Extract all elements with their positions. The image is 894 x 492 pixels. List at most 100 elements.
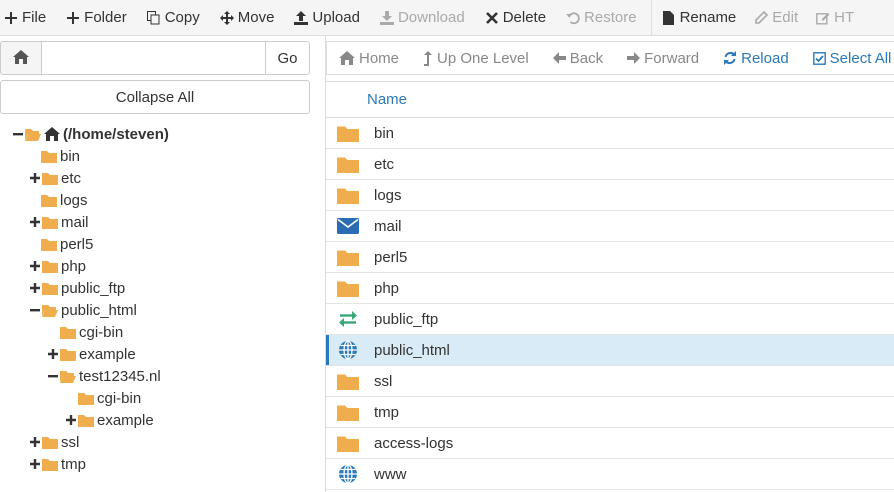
folder-icon: [337, 433, 359, 453]
tree-item-cgi-bin[interactable]: cgi-bin: [0, 321, 320, 343]
tree-item-label: test12345.nl: [79, 367, 161, 385]
tree-item-bin[interactable]: bin: [0, 145, 320, 167]
folder-icon: [60, 326, 76, 339]
collapse-all-button[interactable]: Collapse All: [0, 80, 310, 114]
collapse-toggle-icon[interactable]: [47, 370, 59, 382]
rename-label: Rename: [679, 9, 737, 26]
folder-icon: [78, 392, 94, 405]
file-row[interactable]: bin: [326, 118, 894, 149]
folder-icon: [60, 348, 76, 361]
tree-item-root[interactable]: (/home/steven): [0, 123, 320, 145]
new-folder-button[interactable]: Folder: [62, 0, 135, 35]
download-button[interactable]: Download: [376, 0, 473, 35]
file-row[interactable]: etc: [326, 149, 894, 180]
file-name: etc: [374, 155, 395, 173]
new-file-button[interactable]: File: [0, 0, 54, 35]
new-file-label: File: [22, 9, 47, 26]
tree-item-test-cgi-bin[interactable]: cgi-bin: [0, 387, 320, 409]
file-name: www: [374, 465, 407, 483]
file-row[interactable]: access-logs: [326, 428, 894, 459]
file-row[interactable]: tmp: [326, 397, 894, 428]
folder-icon: [337, 154, 359, 174]
file-name: mail: [374, 217, 402, 235]
undo-icon: [566, 11, 580, 25]
file-row[interactable]: logs: [326, 180, 894, 211]
go-button[interactable]: Go: [265, 41, 310, 75]
tree-item-label: cgi-bin: [79, 323, 124, 341]
level-up-icon: [423, 50, 433, 66]
expand-toggle-icon[interactable]: [29, 260, 41, 272]
mail-icon: [337, 216, 359, 236]
select-all-label: Select All: [829, 49, 892, 67]
tree-item-etc[interactable]: etc: [0, 167, 320, 189]
tree-item-label: tmp: [61, 455, 87, 473]
rename-button[interactable]: Rename: [658, 0, 745, 35]
path-input[interactable]: [42, 41, 265, 75]
html-editor-button[interactable]: HT: [812, 0, 862, 35]
edit-button[interactable]: Edit: [750, 0, 806, 35]
delete-button[interactable]: Delete: [481, 0, 554, 35]
checkbox-checked-icon: [812, 51, 826, 65]
file-row[interactable]: mail: [326, 211, 894, 242]
tree-item-public-html[interactable]: public_html: [0, 299, 320, 321]
file-name: access-logs: [374, 434, 454, 452]
folder-icon: [42, 282, 58, 295]
copy-button[interactable]: Copy: [143, 0, 208, 35]
transfer-icon: [337, 309, 359, 329]
tree-item-example[interactable]: example: [0, 343, 320, 365]
expand-toggle-icon[interactable]: [29, 282, 41, 294]
file-row[interactable]: ssl: [326, 366, 894, 397]
forward-button[interactable]: Forward: [615, 50, 711, 67]
upload-icon: [294, 10, 309, 25]
new-folder-label: Folder: [84, 9, 127, 26]
html-editor-label: HT: [834, 9, 855, 26]
collapse-toggle-icon[interactable]: [29, 304, 41, 316]
tree-item-tmp[interactable]: tmp: [0, 453, 320, 475]
file-row[interactable]: public_html: [326, 335, 894, 366]
tree-item-php[interactable]: php: [0, 255, 320, 277]
expand-toggle-icon[interactable]: [29, 216, 41, 228]
file-row[interactable]: www: [326, 459, 894, 490]
folder-icon: [41, 150, 57, 163]
tree-item-perl5[interactable]: perl5: [0, 233, 320, 255]
tree-item-public-ftp[interactable]: public_ftp: [0, 277, 320, 299]
tree-item-mail[interactable]: mail: [0, 211, 320, 233]
expand-toggle-icon[interactable]: [65, 414, 77, 426]
file-row[interactable]: perl5: [326, 242, 894, 273]
tree-item-label: etc: [61, 169, 82, 187]
up-one-level-button[interactable]: Up One Level: [411, 50, 541, 67]
file-row[interactable]: php: [326, 273, 894, 304]
collapse-toggle-icon[interactable]: [12, 128, 24, 140]
expand-toggle-icon[interactable]: [29, 458, 41, 470]
select-all-button[interactable]: Select All: [801, 50, 894, 67]
nav-home-button[interactable]: Home: [327, 50, 411, 67]
tree-item-ssl[interactable]: ssl: [0, 431, 320, 453]
tree-item-label: example: [79, 345, 136, 363]
file-row[interactable]: public_ftp: [326, 304, 894, 335]
folder-icon: [78, 414, 94, 427]
folder-open-icon: [60, 370, 76, 383]
tree-item-test12345[interactable]: test12345.nl: [0, 365, 320, 387]
home-directory-button[interactable]: [0, 41, 42, 75]
tree-item-logs[interactable]: logs: [0, 189, 320, 211]
column-header-name[interactable]: Name: [326, 82, 894, 118]
home-icon: [44, 127, 60, 141]
expand-toggle-icon[interactable]: [47, 348, 59, 360]
restore-button[interactable]: Restore: [562, 0, 645, 35]
move-button[interactable]: Move: [216, 0, 283, 35]
left-pane: Go Collapse All (/home/steven) bin etc l…: [0, 36, 326, 492]
folder-icon: [42, 260, 58, 273]
tree-item-test-example[interactable]: example: [0, 409, 320, 431]
file-name: bin: [374, 124, 395, 142]
toolbar: File Folder Copy Move Upload Download De…: [0, 0, 894, 36]
move-arrows-icon: [219, 10, 234, 25]
reload-button[interactable]: Reload: [711, 50, 801, 67]
up-one-level-label: Up One Level: [437, 49, 529, 67]
file-name: ssl: [374, 372, 393, 390]
expand-toggle-icon[interactable]: [29, 436, 41, 448]
back-button[interactable]: Back: [541, 50, 615, 67]
expand-toggle-icon[interactable]: [29, 172, 41, 184]
upload-button[interactable]: Upload: [290, 0, 368, 35]
edit-label: Edit: [772, 9, 799, 26]
nav-home-label: Home: [359, 49, 400, 67]
